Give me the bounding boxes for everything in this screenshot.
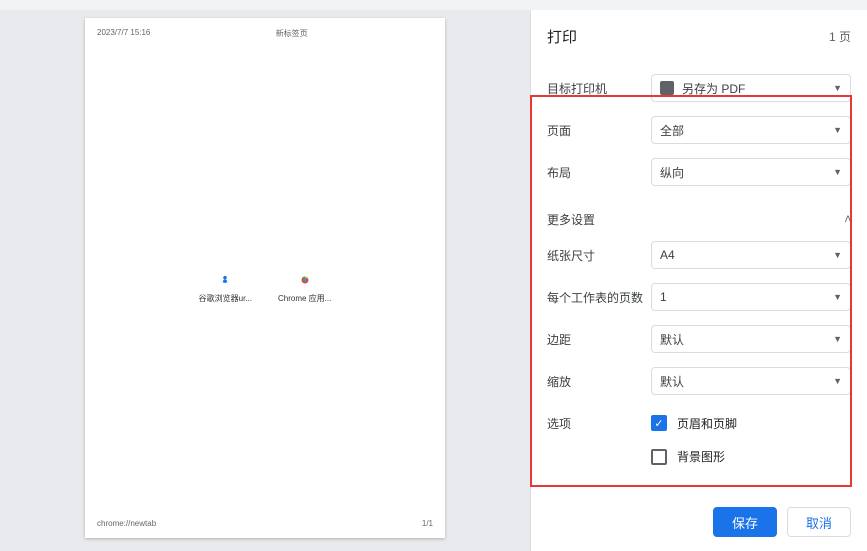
print-settings-pane: 打印 1 页 目标打印机 另存为 PDF ▼ 页面 xyxy=(530,10,867,551)
options-label: 选项 xyxy=(547,415,651,432)
pages-label: 页面 xyxy=(547,122,651,139)
paper-size-label: 纸张尺寸 xyxy=(547,247,651,264)
more-settings-toggle[interactable]: 更多设置 ᐱ xyxy=(547,193,851,234)
scale-select[interactable]: 默认 ▼ xyxy=(651,367,851,395)
layout-value: 纵向 xyxy=(660,164,684,181)
layout-label: 布局 xyxy=(547,164,651,181)
scale-label: 缩放 xyxy=(547,373,651,390)
page-footer: chrome://newtab 1/1 xyxy=(97,519,433,528)
pdf-icon xyxy=(660,81,674,95)
dialog-footer: 保存 取消 xyxy=(547,495,851,551)
background-graphics-checkbox[interactable] xyxy=(651,449,667,465)
page-footer-pagenum: 1/1 xyxy=(422,519,433,528)
caret-down-icon: ▼ xyxy=(833,376,842,386)
page-header: 2023/7/7 15:16 新标签页 xyxy=(97,28,433,39)
destination-select[interactable]: 另存为 PDF ▼ xyxy=(651,74,851,102)
caret-down-icon: ▼ xyxy=(833,167,842,177)
headers-footers-label: 页眉和页脚 xyxy=(677,415,737,432)
pages-select[interactable]: 全部 ▼ xyxy=(651,116,851,144)
window-topbar xyxy=(0,0,867,10)
margins-value: 默认 xyxy=(660,331,684,348)
caret-down-icon: ▼ xyxy=(833,83,842,93)
print-title-row: 打印 1 页 xyxy=(547,22,851,51)
caret-down-icon: ▼ xyxy=(833,250,842,260)
sheet-count: 1 页 xyxy=(829,28,851,45)
paper-size-value: A4 xyxy=(660,248,675,262)
pages-per-sheet-select[interactable]: 1 ▼ xyxy=(651,283,851,311)
print-title: 打印 xyxy=(547,26,577,47)
margins-label: 边距 xyxy=(547,331,651,348)
caret-down-icon: ▼ xyxy=(833,125,842,135)
page-shortcuts: 谷歌浏览器ur... Chrome 应用... xyxy=(85,273,445,304)
layout-select[interactable]: 纵向 ▼ xyxy=(651,158,851,186)
page-header-datetime: 2023/7/7 15:16 xyxy=(97,28,150,39)
margins-select[interactable]: 默认 ▼ xyxy=(651,325,851,353)
headers-footers-checkbox[interactable]: ✓ xyxy=(651,415,667,431)
scale-value: 默认 xyxy=(660,373,684,390)
destination-label: 目标打印机 xyxy=(547,80,651,97)
page-header-title: 新标签页 xyxy=(276,28,308,39)
pages-per-sheet-label: 每个工作表的页数 xyxy=(547,289,651,306)
paper-size-select[interactable]: A4 ▼ xyxy=(651,241,851,269)
pages-per-sheet-value: 1 xyxy=(660,290,667,304)
page-shortcut-item: 谷歌浏览器ur... xyxy=(199,273,252,304)
shortcut-label: Chrome 应用... xyxy=(278,293,331,304)
print-preview-page: 2023/7/7 15:16 新标签页 谷歌浏览器ur... Chrome 应用… xyxy=(85,18,445,538)
shortcut-icon xyxy=(298,273,312,287)
background-graphics-label: 背景图形 xyxy=(677,448,725,465)
chevron-up-icon: ᐱ xyxy=(845,214,851,225)
shortcut-label: 谷歌浏览器ur... xyxy=(199,293,252,304)
save-button[interactable]: 保存 xyxy=(713,507,777,537)
cancel-button[interactable]: 取消 xyxy=(787,507,851,537)
shortcut-icon xyxy=(218,273,232,287)
page-footer-url: chrome://newtab xyxy=(97,519,156,528)
caret-down-icon: ▼ xyxy=(833,292,842,302)
print-preview-pane: 2023/7/7 15:16 新标签页 谷歌浏览器ur... Chrome 应用… xyxy=(0,10,530,551)
pages-value: 全部 xyxy=(660,122,684,139)
destination-value: 另存为 PDF xyxy=(682,80,745,97)
more-settings-label: 更多设置 xyxy=(547,211,595,228)
page-shortcut-item: Chrome 应用... xyxy=(278,273,331,304)
caret-down-icon: ▼ xyxy=(833,334,842,344)
